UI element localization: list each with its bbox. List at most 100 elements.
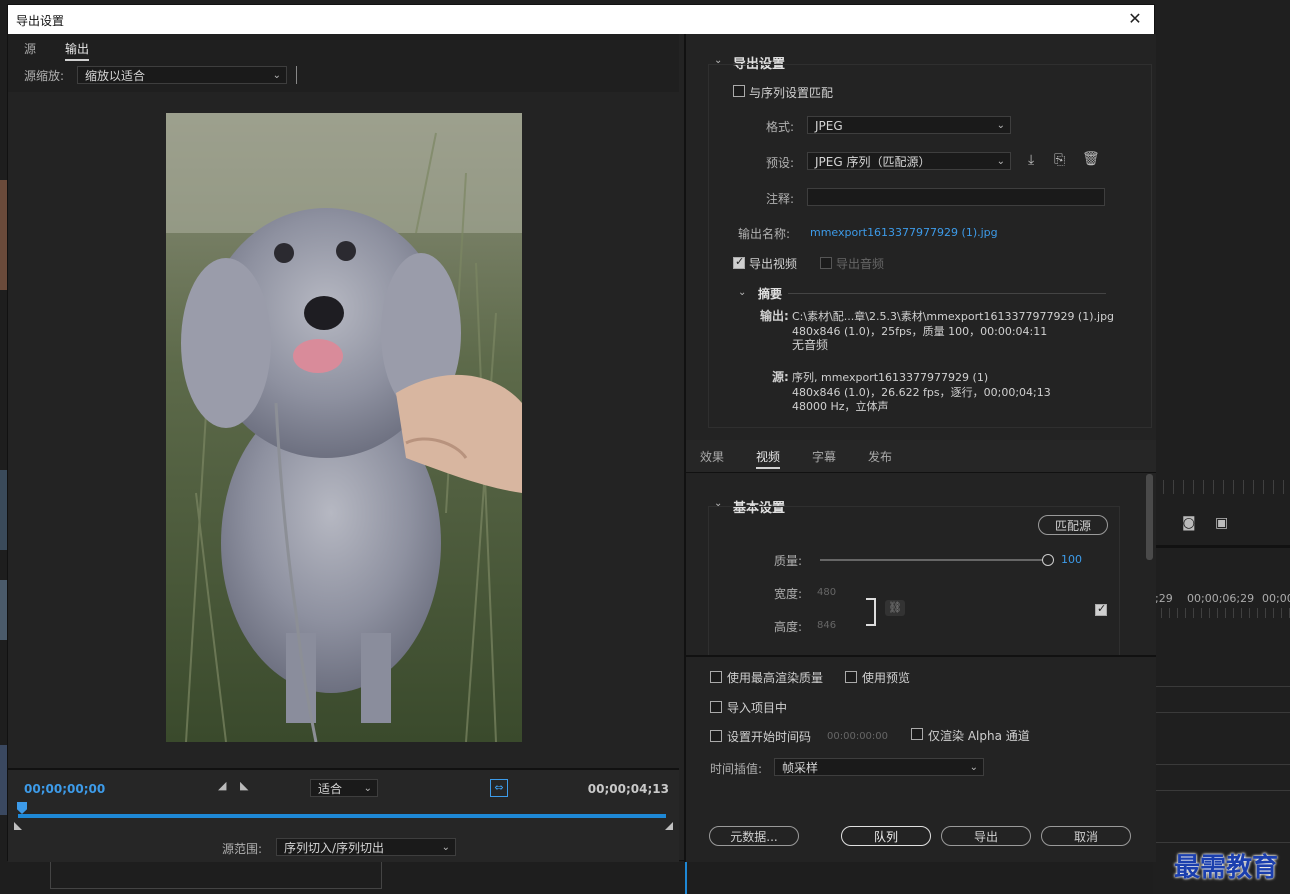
export-settings-panel: ⌄ 导出设置 与序列设置匹配 格式: JPEG ⌄ 预设: JPEG 序列（匹配… <box>684 34 1156 440</box>
match-sequence-label: 与序列设置匹配 <box>749 86 834 100</box>
summary-source-line-3: 48000 Hz，立体声 <box>792 400 889 413</box>
import-project-label: 导入项目中 <box>727 701 788 715</box>
dialog-title: 导出设置 <box>16 14 65 28</box>
summary-output-line-2: 480x846 (1.0)，25fps，质量 100，00:00:04:11 <box>792 325 1048 338</box>
export-video-label: 导出视频 <box>749 257 798 271</box>
title-bar: 导出设置 ✕ <box>8 5 1154 34</box>
quality-slider-track[interactable] <box>820 559 1048 561</box>
output-name-link[interactable]: mmexport1613377977929 (1).jpg <box>810 226 998 239</box>
width-value[interactable]: 480 <box>817 587 836 598</box>
set-start-timecode-checkbox[interactable] <box>710 730 722 742</box>
scrollbar-thumb[interactable] <box>1146 474 1153 560</box>
height-value[interactable]: 846 <box>817 620 836 631</box>
bg-track-line <box>1153 790 1290 791</box>
tab-effects[interactable]: 效果 <box>700 448 724 465</box>
bg-right-panel <box>1153 0 1290 894</box>
bg-thumb <box>0 580 7 640</box>
export-video-checkbox[interactable] <box>733 255 745 269</box>
quality-label: 质量: <box>774 554 803 568</box>
mark-in-icon[interactable]: ◢ <box>218 779 226 792</box>
preset-select[interactable]: JPEG 序列（匹配源） ⌄ <box>807 152 1011 170</box>
bg-timecode-1: ;29 <box>1155 592 1173 605</box>
bg-timecode-3: 00;00 <box>1262 592 1290 605</box>
match-source-button[interactable]: 匹配源 <box>1038 515 1108 535</box>
timecode-duration: 00;00;04;13 <box>587 782 669 796</box>
source-range-label: 源范围: <box>222 842 263 856</box>
out-point-handle[interactable] <box>665 822 673 830</box>
match-sequence-checkbox[interactable] <box>733 85 745 97</box>
in-point-handle[interactable] <box>14 822 22 830</box>
metadata-button[interactable]: 元数据... <box>709 826 799 846</box>
tab-video[interactable]: 视频 <box>756 448 781 469</box>
summary-source-label: 源: <box>772 370 789 384</box>
set-start-timecode-label: 设置开始时间码 <box>727 730 812 744</box>
comment-label: 注释: <box>766 192 795 206</box>
chevron-down-icon: ⌄ <box>996 156 1005 167</box>
source-scale-select[interactable]: 缩放以适合 ⌄ <box>77 66 287 84</box>
export-audio-label: 导出音频 <box>836 257 885 271</box>
watermark-logo: 最需教育 <box>1173 853 1278 883</box>
export-audio-checkbox[interactable] <box>820 257 832 269</box>
bg-divider <box>1153 545 1290 548</box>
bg-track-line <box>1153 764 1290 765</box>
bg-thumb <box>0 745 7 815</box>
start-timecode-value[interactable]: 00:00:00:00 <box>827 731 888 742</box>
cancel-button[interactable]: 取消 <box>1041 826 1131 846</box>
comment-input[interactable] <box>807 188 1105 206</box>
quality-value[interactable]: 100 <box>1061 553 1082 566</box>
bg-panel <box>50 860 382 889</box>
tab-captions[interactable]: 字幕 <box>812 448 836 465</box>
tab-source[interactable]: 源 <box>24 40 36 57</box>
alpha-only-label: 仅渲染 Alpha 通道 <box>928 729 1030 743</box>
summary-source-line-1: 序列, mmexport1613377977929 (1) <box>792 371 989 384</box>
playhead-handle[interactable] <box>17 802 27 814</box>
link-bracket <box>866 598 876 626</box>
format-select[interactable]: JPEG ⌄ <box>807 116 1011 134</box>
summary-output-label: 输出: <box>760 309 789 323</box>
width-label: 宽度: <box>774 587 803 601</box>
summary-title: 摘要 <box>758 287 783 301</box>
collapse-caret-icon[interactable]: ⌄ <box>738 287 746 298</box>
alpha-only-checkbox[interactable] <box>911 728 923 740</box>
source-range-select[interactable]: 序列切入/序列切出 ⌄ <box>276 838 456 856</box>
source-range-value: 序列切入/序列切出 <box>284 841 385 855</box>
use-preview-checkbox[interactable] <box>845 671 857 683</box>
preview-panel: 源 输出 源缩放: 缩放以适合 ⌄ 00;00;00;00 ◢ ◣ 适合 ⌄ ⇔… <box>8 34 679 862</box>
timecode-current[interactable]: 00;00;00;00 <box>24 782 105 796</box>
settings-tab-bar: 效果 视频 字幕 发布 <box>686 440 1156 473</box>
format-label: 格式: <box>766 120 795 134</box>
time-interpolation-select[interactable]: 帧采样 ⌄ <box>774 758 984 776</box>
save-preset-icon[interactable]: ⤓ <box>1028 152 1034 168</box>
mark-out-icon[interactable]: ◣ <box>240 779 248 792</box>
link-icon[interactable]: ⛓ <box>885 600 905 616</box>
chevron-down-icon: ⌄ <box>996 120 1005 131</box>
source-scale-value: 缩放以适合 <box>85 69 146 83</box>
chevron-down-icon: ⌄ <box>969 762 978 773</box>
export-button[interactable]: 导出 <box>941 826 1031 846</box>
fit-select[interactable]: 适合 ⌄ <box>310 779 378 797</box>
import-preset-icon[interactable]: ⎘ <box>1054 152 1065 168</box>
fit-value: 适合 <box>318 782 343 796</box>
preset-value: JPEG 序列（匹配源） <box>815 155 931 169</box>
source-range-bar[interactable] <box>18 814 666 818</box>
use-preview-label: 使用预览 <box>862 671 911 685</box>
aspect-correction-icon[interactable]: ⇔ <box>490 779 508 797</box>
queue-button[interactable]: 队列 <box>841 826 931 846</box>
preset-label: 预设: <box>766 156 795 170</box>
tab-publish[interactable]: 发布 <box>868 448 892 465</box>
override-checkbox[interactable] <box>1095 602 1107 616</box>
dog-photo-illustration <box>166 113 522 742</box>
output-name-label: 输出名称: <box>738 227 791 241</box>
max-render-quality-label: 使用最高渲染质量 <box>727 671 824 685</box>
max-render-quality-checkbox[interactable] <box>710 671 722 683</box>
source-scale-label: 源缩放: <box>24 69 65 83</box>
bg-timecode-2: 00;00;06;29 <box>1187 592 1255 605</box>
quality-slider-thumb[interactable] <box>1042 554 1054 566</box>
trash-icon[interactable]: 🗑 <box>1082 151 1100 167</box>
bg-thumb <box>0 470 7 550</box>
import-project-checkbox[interactable] <box>710 701 722 713</box>
bg-ruler-2 <box>1153 608 1290 618</box>
tab-output[interactable]: 输出 <box>65 40 90 61</box>
camera-icon: ◙ <box>1182 515 1196 531</box>
close-icon[interactable]: ✕ <box>1124 8 1146 30</box>
